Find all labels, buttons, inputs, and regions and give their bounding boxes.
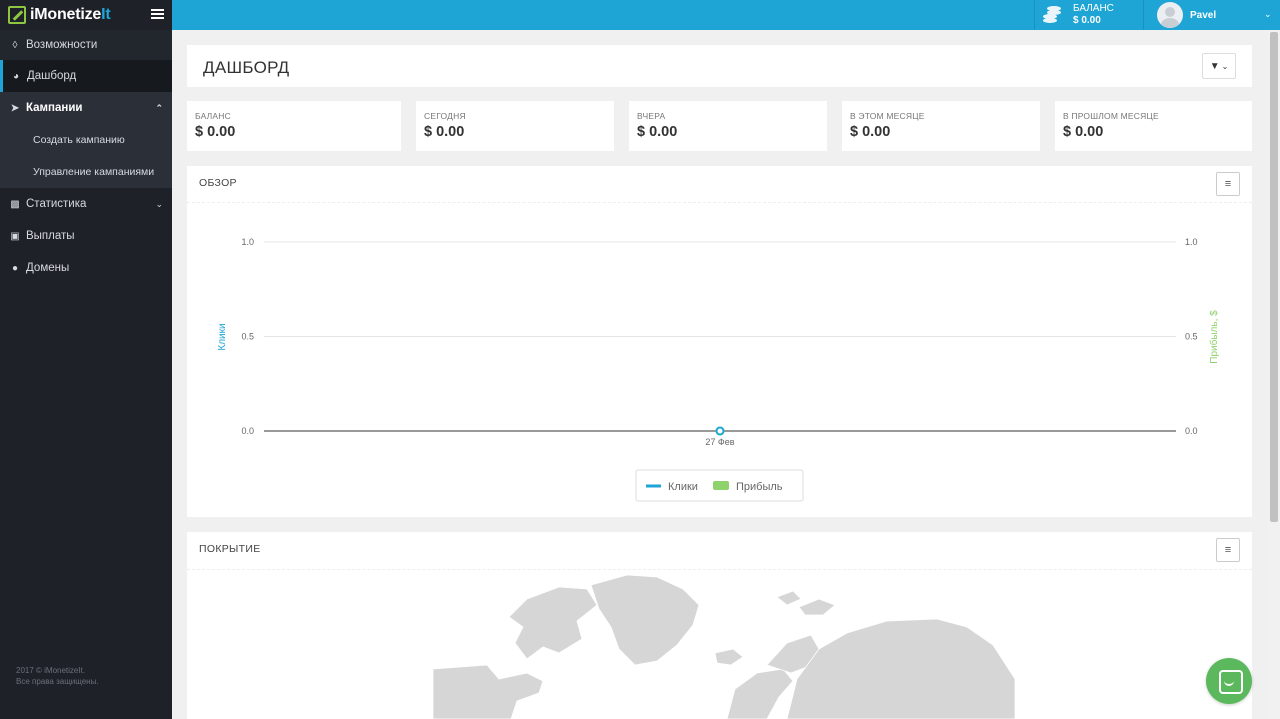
data-point xyxy=(715,426,725,436)
menu-button[interactable]: ≡ xyxy=(1216,538,1240,562)
topbar-balance[interactable]: БАЛАНС $ 0.00 xyxy=(1034,0,1144,30)
sidebar-item-campaigns[interactable]: ➤ Кампании ⌃ xyxy=(0,92,172,124)
sidebar-item-features[interactable]: ◊ Возможности xyxy=(0,30,172,60)
sidebar-nav: ◊ Возможности ◕ Дашборд ➤ Кампании ⌃ Соз… xyxy=(0,30,172,284)
stat-label: БАЛАНС xyxy=(195,111,231,121)
menu-icon: ≡ xyxy=(1224,178,1232,190)
menu-toggle-icon[interactable] xyxy=(151,9,164,20)
stat-card-balance: БАЛАНС $ 0.00 xyxy=(187,101,401,151)
stat-value: $ 0.00 xyxy=(637,124,678,140)
sidebar-item-label: Домены xyxy=(26,262,70,274)
sidebar-subitem-create-campaign[interactable]: Создать кампанию xyxy=(0,124,172,156)
panel-title: ПОКРЫТИЕ xyxy=(199,543,261,555)
balance-label: БАЛАНС xyxy=(1073,3,1114,14)
chevron-up-icon: ⌃ xyxy=(155,102,163,113)
money-icon: ▣ xyxy=(10,230,20,242)
sidebar-item-label: Кампании xyxy=(26,102,83,114)
y-axis-label: Клики xyxy=(217,323,228,350)
y2-tick-label: 0.0 xyxy=(1185,426,1198,436)
overview-panel: ОБЗОР ≡ 0.0 0.0 0.5 0.5 1.0 1.0 Клики Прибыль, … xyxy=(187,166,1252,517)
map-region-arctic-islands xyxy=(798,598,836,616)
stat-card-this-month: В ЭТОМ МЕСЯЦЕ $ 0.00 xyxy=(842,101,1040,151)
dashboard-icon: ◕ xyxy=(12,70,20,82)
legend-label-clicks: Клики xyxy=(668,481,698,493)
menu-button[interactable]: ≡ xyxy=(1216,172,1240,196)
chevron-down-icon: ⌄ xyxy=(1264,9,1272,19)
map-region-greenland xyxy=(590,574,700,666)
map-region-canada-islands xyxy=(508,586,598,660)
paper-plane-icon: ➤ xyxy=(10,102,20,114)
map-region-iceland xyxy=(714,648,744,666)
filter-icon: ▼ xyxy=(1209,60,1220,72)
balance-value: $ 0.00 xyxy=(1073,15,1101,26)
scrollbar[interactable] xyxy=(1268,30,1280,719)
username: Pavel xyxy=(1190,9,1217,21)
legend-swatch-profit xyxy=(713,481,729,490)
sidebar: iMonetizeIt ◊ Возможности ◕ Дашборд ➤ Ка… xyxy=(0,0,172,719)
stat-label: В ЭТОМ МЕСЯЦЕ xyxy=(850,111,925,121)
globe-icon: ● xyxy=(11,262,19,274)
map-region-europe xyxy=(726,668,794,719)
stat-label: ВЧЕРА xyxy=(637,111,666,121)
world-map[interactable] xyxy=(187,569,1252,719)
y2-tick-label: 0.5 xyxy=(1185,332,1198,342)
y-tick-label: 1.0 xyxy=(241,237,254,247)
y-tick-label: 0.5 xyxy=(241,332,254,342)
copyright-text: 2017 © iMonetizeIt. xyxy=(16,666,86,675)
map-region-svalbard xyxy=(776,590,802,606)
panel-title: ОБЗОР xyxy=(199,177,237,189)
bar-chart-icon: ▩ xyxy=(10,198,20,210)
logo-text: iMonetize xyxy=(30,6,102,23)
logo-icon xyxy=(8,6,26,24)
user-menu[interactable]: Pavel ⌄ xyxy=(1157,0,1272,30)
sidebar-item-statistics[interactable]: ▩ Статистика ⌄ xyxy=(0,188,172,220)
stat-card-today: СЕГОДНЯ $ 0.00 xyxy=(416,101,614,151)
avatar xyxy=(1157,2,1183,28)
stat-value: $ 0.00 xyxy=(424,124,465,140)
sidebar-footer: 2017 © iMonetizeIt. Все права защищены. xyxy=(16,665,99,687)
topbar: БАЛАНС $ 0.00 Pavel ⌄ xyxy=(172,0,1280,30)
chat-icon[interactable] xyxy=(1206,658,1252,704)
map-region-russia-asia xyxy=(786,618,1016,719)
stat-value: $ 0.00 xyxy=(1063,124,1104,140)
y2-tick-label: 1.0 xyxy=(1185,237,1198,247)
coverage-panel: ПОКРЫТИЕ ≡ xyxy=(187,532,1252,719)
sidebar-item-label: Выплаты xyxy=(26,230,75,242)
stat-card-yesterday: ВЧЕРА $ 0.00 xyxy=(629,101,827,151)
stat-value: $ 0.00 xyxy=(850,124,891,140)
logo-text-accent: It xyxy=(101,6,111,23)
page-title: ДАШБОРД xyxy=(203,58,290,77)
coins-icon xyxy=(1043,5,1063,25)
map-region-north-america xyxy=(432,664,544,719)
menu-icon: ≡ xyxy=(1224,544,1232,556)
x-tick-label: 27 Фев xyxy=(705,437,734,447)
sidebar-subitem-label: Создать кампанию xyxy=(33,134,125,146)
sidebar-subitem-manage-campaigns[interactable]: Управление кампаниями xyxy=(0,156,172,188)
sidebar-item-dashboard[interactable]: ◕ Дашборд xyxy=(0,60,172,92)
rights-text: Все права защищены. xyxy=(16,677,99,686)
chevron-down-icon: ⌄ xyxy=(1221,61,1229,71)
campaigns-submenu: Создать кампанию Управление кампаниями xyxy=(0,124,172,188)
stat-card-last-month: В ПРОШЛОМ МЕСЯЦЕ $ 0.00 xyxy=(1055,101,1252,151)
scrollbar-thumb[interactable] xyxy=(1270,32,1278,522)
stat-value: $ 0.00 xyxy=(195,124,236,140)
y2-axis-label: Прибыль, $ xyxy=(1208,310,1220,364)
filter-button[interactable]: ▼ ⌄ xyxy=(1202,53,1236,79)
stat-label: СЕГОДНЯ xyxy=(424,111,466,121)
sidebar-item-label: Возможности xyxy=(26,39,98,51)
stat-label: В ПРОШЛОМ МЕСЯЦЕ xyxy=(1063,111,1159,121)
sidebar-item-payouts[interactable]: ▣ Выплаты xyxy=(0,220,172,252)
y-tick-label: 0.0 xyxy=(241,426,254,436)
sidebar-item-label: Статистика xyxy=(26,198,87,210)
legend-label-profit: Прибыль xyxy=(736,481,783,493)
lightbulb-icon: ◊ xyxy=(12,39,18,51)
sidebar-subitem-label: Управление кампаниями xyxy=(33,166,155,178)
sidebar-item-label: Дашборд xyxy=(27,70,77,82)
page-header: ДАШБОРД ▼ ⌄ xyxy=(187,45,1252,87)
sidebar-item-domains[interactable]: ● Домены xyxy=(0,252,172,284)
logo[interactable]: iMonetizeIt xyxy=(0,0,172,30)
chevron-down-icon: ⌄ xyxy=(155,198,163,209)
overview-chart: 0.0 0.0 0.5 0.5 1.0 1.0 Клики Прибыль, $ 27 Фев К… xyxy=(217,237,1220,502)
